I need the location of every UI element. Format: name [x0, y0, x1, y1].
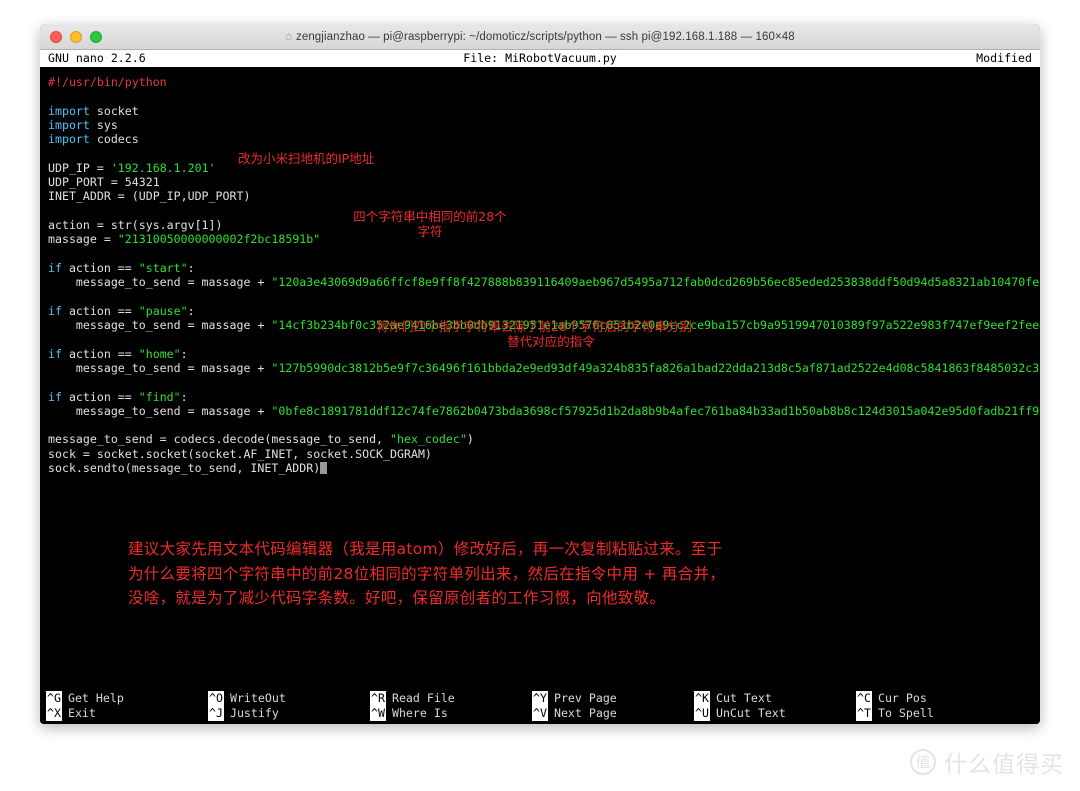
- zoom-button[interactable]: [90, 30, 102, 43]
- minimize-button[interactable]: [70, 30, 82, 43]
- shortcut-writeout[interactable]: ^O WriteOut: [208, 691, 370, 706]
- code-line-import-sys: import sys: [48, 117, 118, 132]
- code-line-msg-home: message_to_send = massage + "127b5990dc3…: [48, 360, 1040, 375]
- code-line-msg-find: message_to_send = massage + "0bfe8c18917…: [48, 403, 1040, 418]
- close-button[interactable]: [50, 30, 62, 43]
- shortcut-where-is[interactable]: ^W Where Is: [370, 706, 532, 721]
- code-line-import-codecs: import codecs: [48, 132, 139, 147]
- terminal-body[interactable]: GNU nano 2.2.6 File: MiRobotVacuum.py Mo…: [40, 50, 1040, 724]
- shortcut-next-page[interactable]: ^V Next Page: [532, 706, 694, 721]
- code-line-shebang: #!/usr/bin/python: [48, 75, 167, 89]
- code-line-action: action = str(sys.argv[1]): [48, 217, 223, 232]
- code-line-inet-addr: INET_ADDR = (UDP_IP,UDP_PORT): [48, 189, 251, 204]
- shortcut-uncut-text[interactable]: ^U UnCut Text: [694, 706, 856, 721]
- window-title-text: zengjianzhao — pi@raspberrypi: ~/domotic…: [295, 30, 795, 43]
- annotation-footer-note: 建议大家先用文本代码编辑器（我是用atom）修改好后，再一次复制粘贴过来。至于为…: [128, 540, 726, 607]
- code-line-if-pause: if action == "pause":: [48, 303, 195, 318]
- nano-filename: File: MiRobotVacuum.py: [463, 51, 617, 65]
- shortcut-get-help[interactable]: ^G Get Help: [46, 691, 208, 706]
- shortcut-exit[interactable]: ^X Exit: [46, 706, 208, 721]
- code-line-if-home: if action == "home":: [48, 346, 188, 361]
- code-line-if-find: if action == "find":: [48, 389, 188, 404]
- shortcut-prev-page[interactable]: ^Y Prev Page: [532, 691, 694, 706]
- shortcut-row-1: ^G Get Help ^O WriteOut ^R Read File ^Y Prev…: [46, 691, 1034, 706]
- traffic-light-group: [50, 30, 102, 43]
- code-line-massage: massage = "21310050000000002f2bc18591b": [48, 232, 321, 247]
- house-icon: ⌂: [285, 30, 292, 42]
- shortcut-to-spell[interactable]: ^T To Spell: [856, 706, 934, 721]
- nano-header-bar: GNU nano 2.2.6 File: MiRobotVacuum.py Mo…: [40, 50, 1040, 67]
- site-watermark: 值 什么值得买: [910, 745, 1064, 779]
- code-line-if-start: if action == "start":: [48, 260, 195, 275]
- text-cursor: [320, 462, 327, 475]
- code-line-udp-ip: UDP_IP = '192.168.1.201': [48, 160, 216, 175]
- shortcut-row-2: ^X Exit ^J Justify ^W Where Is ^V Next Page …: [46, 706, 1034, 721]
- code-line-sendto: sock.sendto(message_to_send, INET_ADDR): [48, 461, 1032, 475]
- nano-shortcut-bar: ^G Get Help ^O WriteOut ^R Read File ^Y Prev…: [40, 688, 1040, 724]
- code-line-udp-port: UDP_PORT = 54321: [48, 175, 160, 190]
- watermark-text: 什么值得买: [944, 752, 1064, 778]
- code-line-sock: sock = socket.socket(socket.AF_INET, soc…: [48, 446, 432, 461]
- terminal-window: ⌂ zengjianzhao — pi@raspberrypi: ~/domoti…: [40, 24, 1040, 724]
- shortcut-cut-text[interactable]: ^K Cut Text: [694, 691, 856, 706]
- screenshot-root: ⌂ zengjianzhao — pi@raspberrypi: ~/domoti…: [0, 0, 1080, 791]
- window-title: ⌂ zengjianzhao — pi@raspberrypi: ~/domoti…: [40, 30, 1040, 43]
- shortcut-cur-pos[interactable]: ^C Cur Pos: [856, 691, 927, 706]
- watermark-logo-icon: 值: [910, 749, 936, 775]
- code-line-msg-start: message_to_send = massage + "120a3e43069…: [48, 275, 1040, 290]
- shortcut-justify[interactable]: ^J Justify: [208, 706, 370, 721]
- window-titlebar[interactable]: ⌂ zengjianzhao — pi@raspberrypi: ~/domoti…: [40, 24, 1040, 50]
- code-line-import-socket: import socket: [48, 103, 139, 118]
- code-line-msg-pause: message_to_send = massage + "14cf3b234bf…: [48, 318, 1040, 333]
- code-line-decode: message_to_send = codecs.decode(message_…: [48, 432, 474, 447]
- shortcut-read-file[interactable]: ^R Read File: [370, 691, 532, 706]
